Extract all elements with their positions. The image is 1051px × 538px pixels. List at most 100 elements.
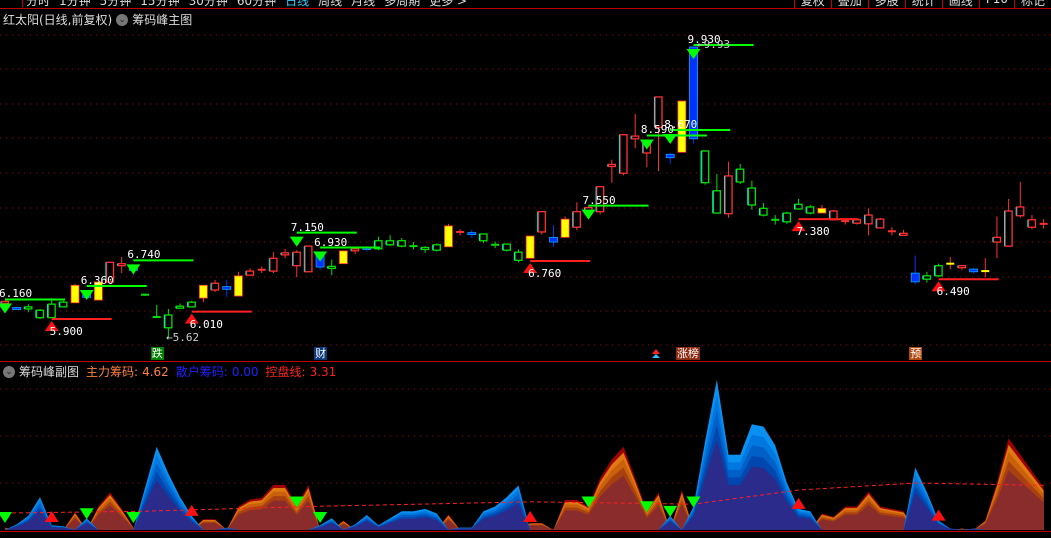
candle-body xyxy=(817,207,827,214)
candle-body xyxy=(35,309,45,319)
signal-price-label: 6.490 xyxy=(936,285,970,299)
candle-body xyxy=(759,207,768,216)
main-chip-value: 4.62 xyxy=(142,364,169,379)
candle-body xyxy=(350,248,360,252)
candle-body xyxy=(444,225,453,248)
up-arrow-icon xyxy=(652,354,660,358)
candle-body xyxy=(525,235,535,259)
candle-body xyxy=(957,265,967,269)
sell-signal-icon xyxy=(289,236,304,247)
low-price-note: ←5.62 xyxy=(166,331,200,344)
candle-body xyxy=(922,275,932,280)
sell-signal-icon xyxy=(0,303,12,314)
candle-body xyxy=(467,232,477,236)
signal-price-label: 6.760 xyxy=(528,266,562,280)
signal-price-label: 6.160 xyxy=(0,287,33,301)
sell-marker-icon xyxy=(79,508,94,520)
control-line-value: 3.31 xyxy=(309,364,337,379)
retail-chip-value: 0.00 xyxy=(231,364,259,379)
signal-price-label: 5.900 xyxy=(49,325,83,339)
candle-body xyxy=(572,211,581,228)
candle-body xyxy=(502,243,511,251)
sub-indicator-name[interactable]: 筹码峰副图 xyxy=(19,363,79,380)
sub-chart-header: ⌄ 筹码峰副图 主力筹码: 4.62 散户筹码: 0.00 控盘线: 3.31 xyxy=(3,363,336,380)
candle-body xyxy=(24,306,33,310)
chevron-down-icon[interactable]: ⌄ xyxy=(3,365,15,378)
candle-body xyxy=(222,286,232,290)
candle-body xyxy=(782,212,792,223)
candle-body xyxy=(47,303,56,319)
retail-chip-label: 散户筹码: xyxy=(175,365,228,379)
candle-body xyxy=(712,190,722,214)
candle-body xyxy=(164,314,173,329)
candle-body xyxy=(876,218,885,229)
candle-body xyxy=(747,187,757,206)
candle-body xyxy=(969,268,979,273)
candle-body xyxy=(70,284,80,304)
candle-body xyxy=(794,203,803,210)
candle-body xyxy=(736,168,745,183)
signal-price-label: 6.360 xyxy=(80,273,114,287)
kline-chart[interactable] xyxy=(0,0,1051,538)
candle-body xyxy=(910,272,920,283)
event-badge[interactable]: 财 xyxy=(314,347,328,360)
candle-body xyxy=(210,282,220,291)
signal-price-label: 6.930 xyxy=(314,235,348,249)
candle-body xyxy=(1027,219,1037,228)
candle-body xyxy=(175,305,185,309)
candle-body xyxy=(292,251,301,267)
candle-body xyxy=(806,206,815,214)
panel-divider xyxy=(0,361,1051,362)
control-line-label: 控盘线: xyxy=(265,365,306,379)
event-badge[interactable]: 涨榜 xyxy=(675,347,700,360)
signal-price-label: 6.010 xyxy=(189,317,223,331)
candle-body xyxy=(245,270,255,276)
candle-body xyxy=(12,307,22,310)
candle-body xyxy=(899,232,908,236)
bottom-divider xyxy=(0,531,1051,532)
signal-price-label: 8.670 xyxy=(664,118,698,132)
event-badge[interactable]: 预 xyxy=(909,347,923,360)
signal-price-label: 7.150 xyxy=(290,220,324,234)
candle-body xyxy=(1004,210,1013,247)
candle-body xyxy=(560,218,570,238)
candle-body xyxy=(864,214,873,225)
sell-signal-icon xyxy=(79,289,94,300)
sell-signal-icon xyxy=(639,139,654,150)
candle-body xyxy=(233,275,243,297)
candle-body xyxy=(198,284,208,299)
event-badge[interactable]: 跌 xyxy=(150,347,164,360)
sell-signal-icon xyxy=(126,264,141,275)
candle-body xyxy=(0,300,10,305)
candle-body xyxy=(619,134,628,174)
up-arrow-icon xyxy=(652,349,660,354)
candle-body xyxy=(280,252,290,256)
candle-body xyxy=(665,153,675,159)
candle-body xyxy=(117,263,126,267)
candle-body xyxy=(385,240,395,246)
signal-price-label: 7.550 xyxy=(582,193,616,207)
candle-body xyxy=(514,251,523,261)
candle-body xyxy=(479,233,488,242)
main-chip-label: 主力筹码: xyxy=(86,365,139,379)
candle-body xyxy=(304,245,313,273)
sell-signal-icon xyxy=(313,251,328,262)
candle-body xyxy=(1016,206,1025,217)
signal-price-label: 6.740 xyxy=(127,248,161,262)
candle-body xyxy=(549,236,558,243)
candle-body xyxy=(992,236,1002,243)
candle-body xyxy=(631,135,640,140)
sell-marker-icon xyxy=(0,512,12,523)
candle-body xyxy=(701,150,710,184)
candle-body xyxy=(852,219,862,224)
candle-body xyxy=(187,301,196,308)
candle-body xyxy=(327,265,336,270)
candle-body xyxy=(432,244,441,251)
candle-body xyxy=(934,265,943,277)
candle-body xyxy=(537,211,546,233)
high-price-note: ←9.93 xyxy=(697,38,731,51)
sell-signal-icon xyxy=(581,209,596,220)
candle-body xyxy=(339,250,348,265)
candle-body xyxy=(59,301,68,308)
candle-body xyxy=(420,246,430,251)
